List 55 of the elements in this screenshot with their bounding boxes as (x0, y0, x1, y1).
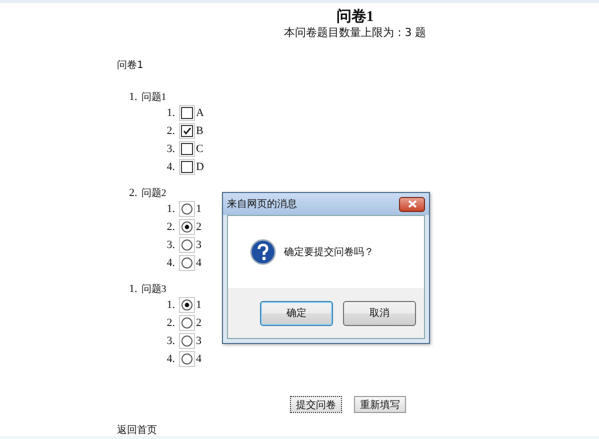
survey-name: 问卷1 (117, 59, 144, 72)
option-number: 3. (166, 335, 175, 347)
radio-button[interactable] (181, 353, 193, 365)
radio-button[interactable] (181, 221, 193, 233)
question-number: 1. (129, 282, 138, 294)
radio-button[interactable] (181, 203, 193, 215)
option-number: 4. (166, 353, 175, 365)
survey-title: 问卷1 (336, 9, 374, 26)
option-label: 2 (196, 221, 202, 233)
option-number: 2. (166, 317, 175, 329)
checkbox[interactable] (181, 125, 193, 137)
question-limit-text: 本问卷题目数量上限为：3 题 (284, 26, 426, 40)
radio-button[interactable] (181, 299, 193, 311)
dialog-message: 确定要提交问卷吗？ (284, 246, 374, 259)
option-label: 1 (196, 299, 202, 311)
radio-button[interactable] (181, 257, 193, 269)
ok-button[interactable]: 确定 (260, 300, 333, 326)
option-number: 4. (166, 161, 175, 173)
question-number: 2. (129, 186, 138, 198)
question-label: 问题2 (141, 186, 166, 200)
option-number: 2. (166, 125, 175, 137)
close-icon (408, 200, 416, 208)
option-label: D (196, 161, 204, 173)
option-label: 2 (196, 317, 202, 329)
checkbox[interactable] (181, 143, 193, 155)
option-number: 4. (166, 257, 175, 269)
option-label: 4 (196, 353, 202, 365)
option-number: 2. (166, 221, 175, 233)
back-home-link[interactable]: 返回首页 (117, 423, 157, 437)
option-label: C (196, 143, 204, 155)
option-label: 4 (196, 257, 202, 269)
option-label: 3 (196, 335, 202, 347)
option-number: 3. (166, 239, 175, 251)
radio-button[interactable] (181, 335, 193, 347)
checkbox[interactable] (181, 107, 193, 119)
cancel-button[interactable]: 取消 (343, 300, 416, 326)
submit-button[interactable]: 提交问卷 (290, 396, 342, 413)
question-label: 问题1 (141, 90, 166, 104)
checkbox[interactable] (181, 161, 193, 173)
option-label: 3 (196, 239, 202, 251)
question-icon (250, 239, 276, 265)
close-button[interactable] (399, 196, 425, 212)
question-number: 1. (129, 90, 138, 102)
option-label: A (196, 107, 204, 119)
reset-button[interactable]: 重新填写 (354, 396, 406, 413)
option-number: 1. (166, 203, 175, 215)
dialog-title: 来自网页的消息 (227, 198, 297, 211)
option-label: 1 (196, 203, 202, 215)
option-label: B (196, 125, 204, 137)
question-label: 问题3 (141, 282, 166, 296)
option-number: 1. (166, 299, 175, 311)
option-number: 3. (166, 143, 175, 155)
radio-button[interactable] (181, 317, 193, 329)
option-number: 1. (166, 107, 175, 119)
radio-button[interactable] (181, 239, 193, 251)
